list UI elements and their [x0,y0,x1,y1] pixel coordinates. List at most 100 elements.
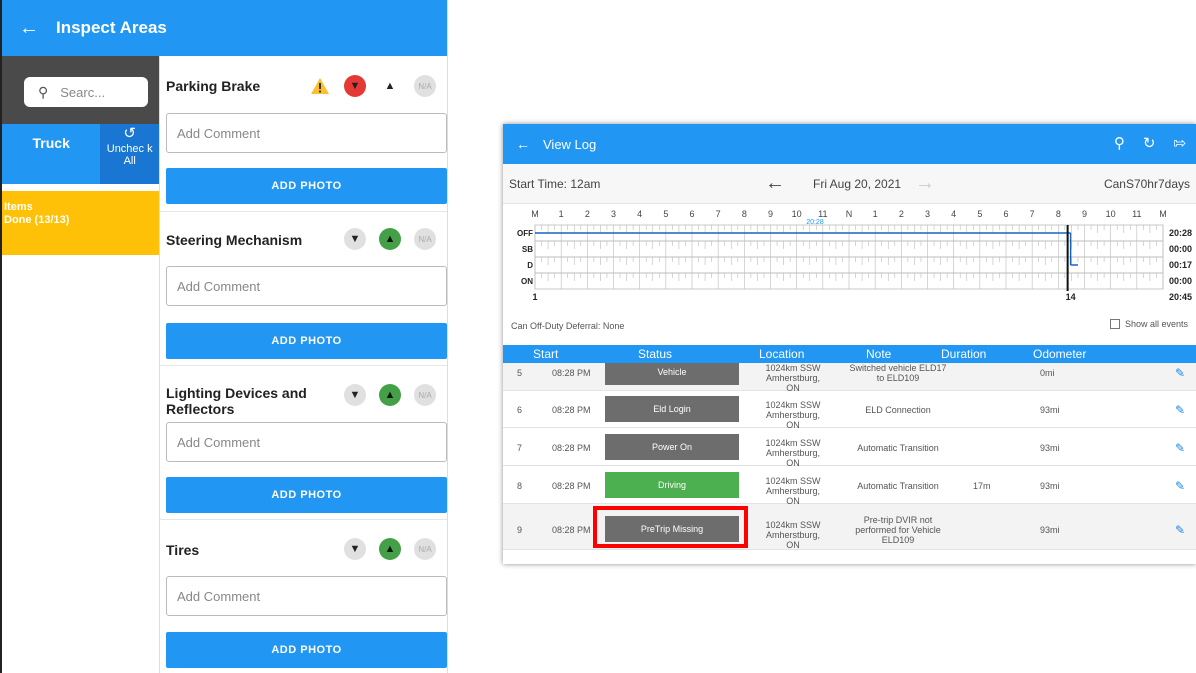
add-photo-button[interactable]: ADD PHOTO [166,323,447,359]
column-header-location: Location [759,347,805,361]
inspect-item-rating: ▼ ▲ N/A [331,538,436,560]
search-icon: ⚲ [38,83,49,100]
undo-icon: ↺ [123,125,136,142]
view-log-app-bar: ← View Log ⚲ ↻ ⇰ [503,124,1196,164]
section-divider [160,211,447,212]
add-photo-button[interactable]: ADD PHOTO [166,477,447,513]
search-area: ⚲ Searc... [2,56,159,124]
hour-label: 3 [925,209,930,219]
show-all-label: Show all events [1124,319,1188,329]
duty-status-grand-total: 20:45 [1169,292,1192,302]
inspect-item-list: Parking Brake ▼ ▲ N/A Add Comment ADD PHOTO St… [160,56,447,673]
duty-status-label: OFF [517,229,533,238]
row-location: 1024km SSW Amherstburg, ON [758,400,828,430]
not-applicable-button[interactable]: N/A [414,384,436,406]
note-line: ELD109 [881,535,915,545]
row-note: Switched vehicle ELD17 to ELD109 [843,363,953,383]
add-photo-button[interactable]: ADD PHOTO [166,632,447,668]
location-line: Amherstburg, ON [765,486,821,506]
table-row[interactable]: 6 08:28 PM Eld Login 1024km SSW Amherstburg,… [503,390,1196,430]
uncheck-all-button[interactable]: ↺ Unchec k All [100,124,159,184]
duty-status-total: 00:00 [1169,244,1192,254]
hour-label: 10 [1106,209,1116,219]
hour-label: 2 [585,209,590,219]
table-row[interactable]: 5 08:28 PM Vehicle 1024km SSW Amherstburg, O… [503,363,1196,393]
add-photo-button[interactable]: ADD PHOTO [166,168,447,204]
not-applicable-button[interactable]: N/A [414,228,436,250]
row-note: Pre-trip DVIR not performed for Vehicle EL… [843,515,953,545]
eld-connection-icon[interactable]: ⚲ [1114,134,1125,152]
events-table-header: Start Status Location Note Duration Odom… [503,345,1196,363]
thumbs-down-icon[interactable]: ▼ [344,384,366,406]
row-location: 1024km SSW Amherstburg, ON [758,520,828,550]
location-line: Amherstburg, ON [765,530,821,550]
logout-icon[interactable]: ⇰ [1173,134,1186,152]
table-row[interactable]: 8 08:28 PM Driving 1024km SSW Amherstburg, O… [503,466,1196,506]
inspect-areas-screen: ← Inspect Areas ⚲ Searc... Truck ↺ Unche… [0,0,448,673]
location-line: Amherstburg, ON [765,410,821,430]
not-applicable-button[interactable]: N/A [414,75,436,97]
items-label: Items [4,201,33,213]
hour-label: 4 [637,209,642,219]
inspect-item-rating: ▼ ▲ N/A [331,228,436,250]
search-input[interactable]: ⚲ Searc... [24,77,148,107]
items-done-status[interactable]: Items Done (13/13) [2,191,159,255]
thumbs-up-icon[interactable]: ▲ [379,75,401,97]
status-badge: Power On [605,434,739,460]
hour-label: 2 [899,209,904,219]
comment-field[interactable]: Add Comment [166,113,447,153]
duty-status-label: SB [522,245,533,254]
hour-label: 9 [768,209,773,219]
hour-label: 11 [1132,209,1141,219]
hour-label: M [531,209,539,219]
thumbs-down-icon[interactable]: ▼ [344,538,366,560]
search-placeholder: Searc... [60,84,106,100]
row-number: 6 [517,405,523,415]
graph-start-label: 1 [532,292,537,302]
refresh-icon[interactable]: ↻ [1143,134,1156,152]
row-odometer: 93mi [1040,481,1060,491]
back-arrow-icon[interactable]: ← [503,136,543,152]
note-line: to ELD109 [876,373,920,383]
comment-field[interactable]: Add Comment [166,266,447,306]
comment-field[interactable]: Add Comment [166,576,447,616]
edit-pencil-icon[interactable]: ✎ [1175,441,1185,455]
table-row[interactable]: 7 08:28 PM Power On 1024km SSW Amherstburg, … [503,428,1196,468]
inspect-item-title: Lighting Devices and Reflectors [166,385,307,417]
next-day-arrow-icon[interactable]: → [915,172,935,195]
row-odometer: 93mi [1040,443,1060,453]
hour-label: 1 [559,209,564,219]
hour-label: 5 [663,209,668,219]
note-line: ELD Connection [865,405,931,415]
location-line: 1024km SSW [765,363,821,373]
thumbs-down-icon[interactable]: ▼ [344,228,366,250]
row-number: 7 [517,443,523,453]
thumbs-up-icon[interactable]: ▲ [379,228,401,250]
edit-pencil-icon[interactable]: ✎ [1175,523,1185,537]
show-all-events-toggle[interactable]: Show all events [1109,319,1188,329]
tab-truck[interactable]: Truck [2,124,101,184]
status-badge: Vehicle [605,363,739,385]
view-log-screen: ← View Log ⚲ ↻ ⇰ Start Time: 12am ← Fri … [503,124,1196,564]
edit-pencil-icon[interactable]: ✎ [1175,366,1185,380]
hour-label: 8 [1056,209,1061,219]
edit-pencil-icon[interactable]: ✎ [1175,403,1185,417]
column-header-duration: Duration [941,347,987,361]
previous-day-arrow-icon[interactable]: ← [765,172,785,195]
items-done-count: Done (13/13) [4,214,70,226]
hour-label: 7 [1030,209,1035,219]
sidebar-tabs: Truck ↺ Unchec k All [2,124,159,184]
thumbs-down-icon[interactable]: ▼ [344,75,366,97]
duty-status-label: D [527,261,533,270]
comment-field[interactable]: Add Comment [166,422,447,462]
hour-label: 1 [873,209,878,219]
show-all-checkbox[interactable] [1109,319,1120,329]
not-applicable-button[interactable]: N/A [414,538,436,560]
duty-status-label: ON [521,277,533,286]
back-arrow-icon[interactable]: ← [2,17,56,40]
thumbs-up-icon[interactable]: ▲ [379,538,401,560]
edit-pencil-icon[interactable]: ✎ [1175,479,1185,493]
log-date: Fri Aug 20, 2021 [813,177,902,191]
thumbs-up-icon[interactable]: ▲ [379,384,401,406]
off-duty-deferral-label: Can Off-Duty Deferral: None [511,321,625,331]
